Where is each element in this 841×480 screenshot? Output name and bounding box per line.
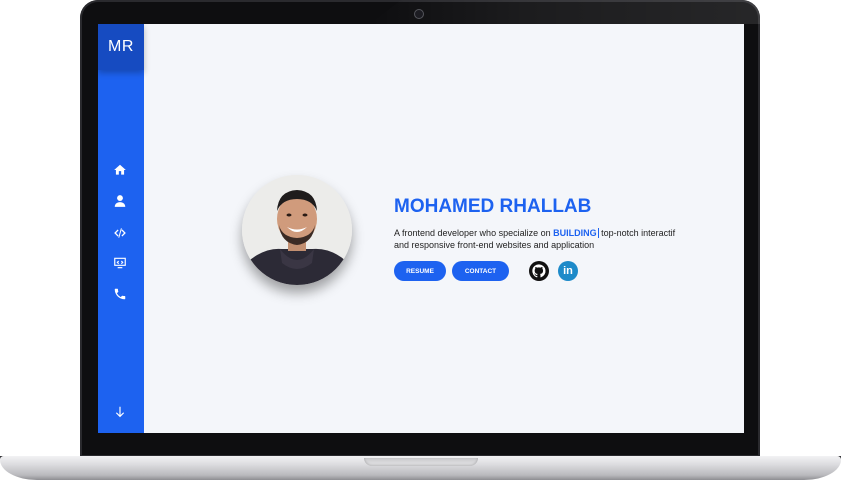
- nav-monitor-icon[interactable]: [112, 255, 128, 271]
- description-suffix: top-notch interactif: [598, 228, 676, 238]
- nav-code-icon[interactable]: [112, 225, 128, 241]
- screen: MR MOHAMED RHALLAB A frontend developer …: [98, 24, 744, 433]
- logo[interactable]: MR: [98, 24, 144, 70]
- description-line-2: and responsive front-end websites and ap…: [394, 240, 595, 250]
- description-prefix: A frontend developer who specialize on: [394, 228, 554, 238]
- hero-name: MOHAMED RHALLAB: [394, 196, 592, 217]
- typed-highlight-word: BUILDING: [553, 228, 599, 238]
- nav-phone-icon[interactable]: [112, 286, 128, 302]
- hero-description: A frontend developer who specialize on B…: [394, 227, 684, 251]
- linkedin-icon[interactable]: in: [558, 261, 578, 281]
- contact-button[interactable]: CONTACT: [452, 261, 509, 281]
- nav-user-icon[interactable]: [112, 193, 128, 209]
- scroll-down-arrow-icon[interactable]: [112, 404, 128, 420]
- profile-photo: [242, 175, 352, 285]
- laptop-notch: [364, 458, 478, 466]
- nav-home-icon[interactable]: [112, 162, 128, 178]
- resume-button[interactable]: RESUME: [394, 261, 446, 281]
- bezel-reflection: [370, 0, 760, 24]
- camera-icon: [414, 9, 424, 19]
- sidebar: MR: [98, 24, 144, 433]
- github-icon[interactable]: [529, 261, 549, 281]
